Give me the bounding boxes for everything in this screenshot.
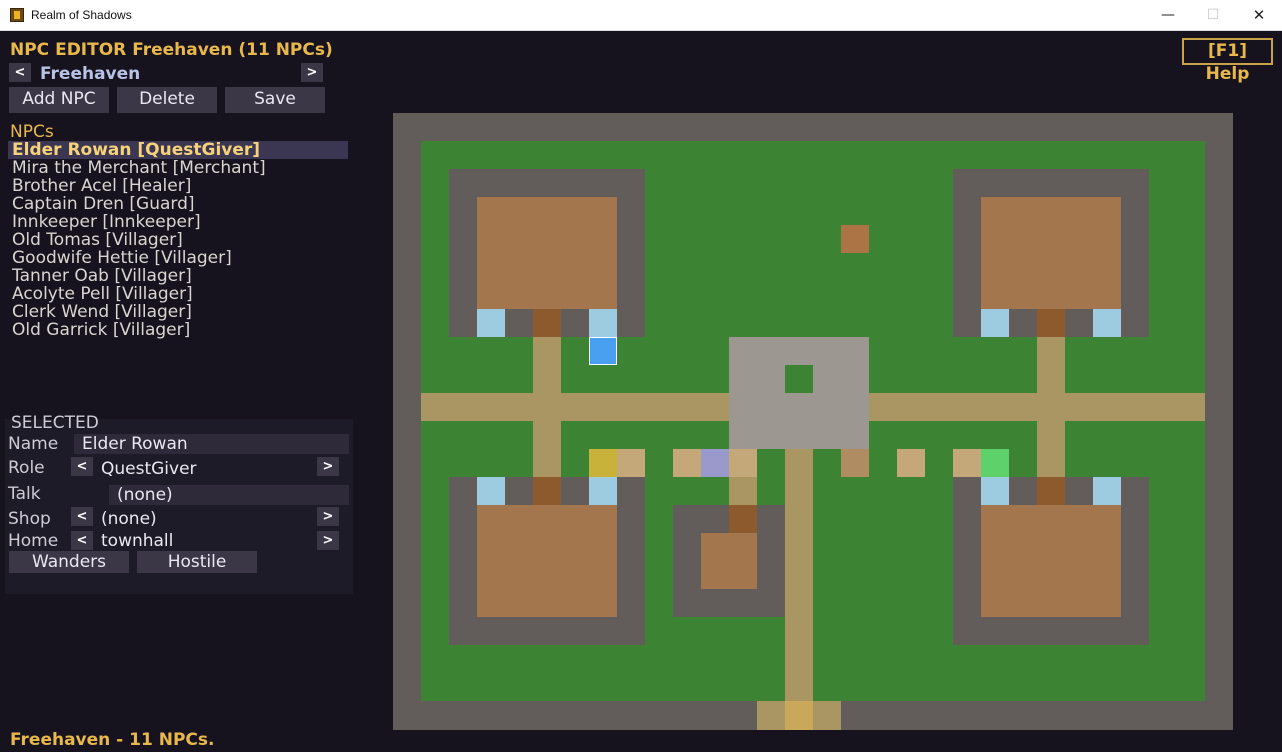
shop-label: Shop [8, 509, 51, 529]
status-message: Freehaven - 11 NPCs. [10, 730, 215, 750]
door [533, 477, 561, 505]
talk-field[interactable]: (none) [109, 485, 349, 505]
title-bar: Realm of Shadows — ☐ ✕ [0, 0, 1282, 31]
door [1037, 477, 1065, 505]
selected-npc-panel: SELECTED Name Elder Rowan Role < QuestGi… [5, 413, 353, 594]
home-value: townhall [101, 531, 174, 551]
name-label: Name [8, 434, 59, 454]
town-name: Freehaven [40, 64, 141, 84]
npc-list-item[interactable]: Mira the Merchant [Merchant] [8, 159, 348, 177]
road-south [785, 449, 813, 729]
npc-list: Elder Rowan [QuestGiver] Mira the Mercha… [8, 141, 348, 339]
npc-marker[interactable] [701, 449, 729, 477]
window [589, 309, 617, 337]
window [1093, 309, 1121, 337]
npc-marker[interactable] [589, 449, 617, 477]
path-nw [533, 337, 561, 477]
shop-prev-button[interactable]: < [71, 507, 93, 526]
add-npc-button[interactable]: Add NPC [9, 87, 109, 113]
game-client: NPC EDITOR Freehaven (11 NPCs) [F1] Help… [0, 31, 1282, 752]
door [729, 505, 757, 533]
npc-marker[interactable] [617, 449, 645, 477]
talk-label: Talk [8, 484, 41, 504]
building-se-floor [981, 505, 1121, 617]
close-button[interactable]: ✕ [1236, 0, 1282, 30]
npc-list-item[interactable]: Acolyte Pell [Villager] [8, 285, 348, 303]
building-sw-floor [477, 505, 617, 617]
window [477, 477, 505, 505]
role-label: Role [8, 458, 45, 478]
town-map[interactable] [393, 113, 1233, 730]
window [477, 309, 505, 337]
window [589, 477, 617, 505]
hostile-toggle[interactable]: Hostile [137, 551, 257, 573]
home-prev-button[interactable]: < [71, 531, 93, 550]
npc-list-item[interactable]: Old Tomas [Villager] [8, 231, 348, 249]
npc-list-header: NPCs [10, 122, 54, 142]
npc-marker-selected[interactable] [589, 337, 617, 365]
npc-list-item[interactable]: Goodwife Hettie [Villager] [8, 249, 348, 267]
npc-list-item[interactable]: Clerk Wend [Villager] [8, 303, 348, 321]
npc-marker[interactable] [729, 449, 757, 477]
help-button[interactable]: [F1] Help [1182, 38, 1273, 84]
role-next-button[interactable]: > [317, 457, 339, 476]
app-icon [10, 8, 24, 22]
npc-marker[interactable] [981, 449, 1009, 477]
building-nw-floor [477, 197, 617, 309]
npc-list-item[interactable]: Tanner Oab [Villager] [8, 267, 348, 285]
building-ne-floor [981, 197, 1121, 309]
npc-list-item-selected[interactable]: Elder Rowan [QuestGiver] [8, 141, 348, 159]
editor-title: NPC EDITOR Freehaven (11 NPCs) [10, 40, 333, 60]
home-next-button[interactable]: > [317, 531, 339, 550]
npc-marker[interactable] [897, 449, 925, 477]
window-title: Realm of Shadows [31, 8, 132, 22]
npc-list-item[interactable]: Innkeeper [Innkeeper] [8, 213, 348, 231]
next-town-button[interactable]: > [301, 63, 323, 82]
building-shop-floor [701, 533, 757, 589]
shop-value: (none) [101, 509, 157, 529]
plaza-tree [785, 365, 813, 393]
save-button[interactable]: Save [225, 87, 325, 113]
prev-town-button[interactable]: < [9, 63, 31, 82]
npc-list-item[interactable]: Old Garrick [Villager] [8, 321, 348, 339]
npc-marker[interactable] [953, 449, 981, 477]
window [1093, 477, 1121, 505]
maximize-button[interactable]: ☐ [1190, 0, 1236, 30]
role-value: QuestGiver [101, 459, 197, 479]
door [1037, 309, 1065, 337]
minimize-button[interactable]: — [1145, 0, 1191, 30]
npc-marker[interactable] [841, 449, 869, 477]
door [533, 309, 561, 337]
delete-button[interactable]: Delete [117, 87, 217, 113]
window [981, 309, 1009, 337]
npc-list-item[interactable]: Brother Acel [Healer] [8, 177, 348, 195]
town-plaza [729, 337, 869, 449]
selected-header: SELECTED [11, 413, 99, 433]
npc-list-item[interactable]: Captain Dren [Guard] [8, 195, 348, 213]
role-prev-button[interactable]: < [71, 457, 93, 476]
home-label: Home [8, 531, 59, 551]
npc-marker[interactable] [673, 449, 701, 477]
npc-marker[interactable] [841, 225, 869, 253]
name-field[interactable]: Elder Rowan [74, 434, 349, 454]
shop-next-button[interactable]: > [317, 507, 339, 526]
south-gate [785, 701, 813, 730]
path-ne [1037, 337, 1065, 477]
window [981, 477, 1009, 505]
wanders-toggle[interactable]: Wanders [9, 551, 129, 573]
